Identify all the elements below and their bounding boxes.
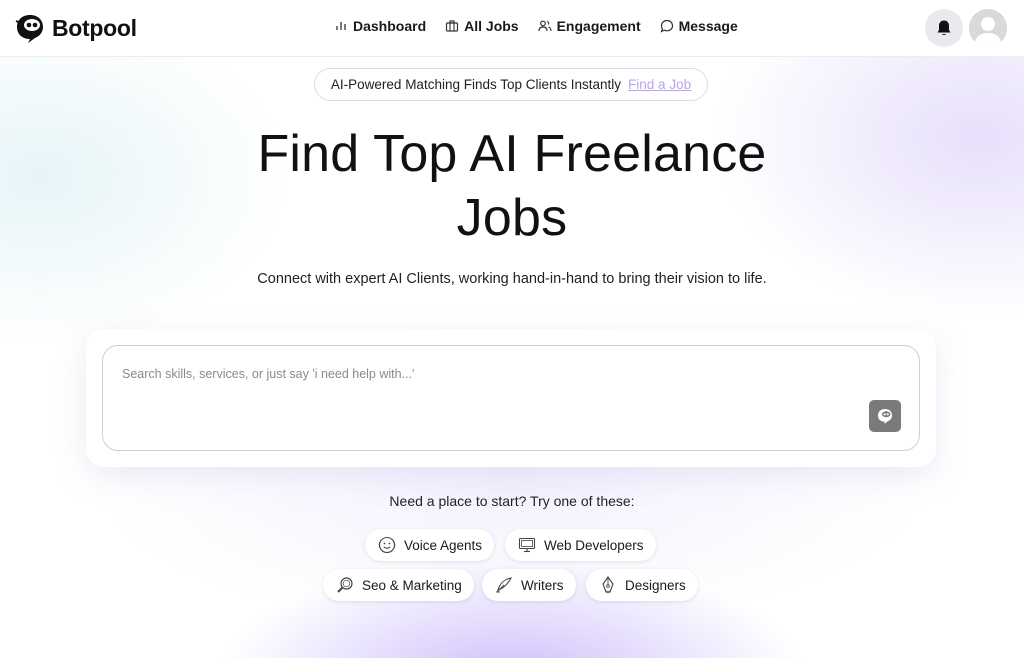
smiley-icon	[378, 536, 396, 554]
botpool-logo-icon	[15, 15, 43, 43]
nav-all-jobs-label: All Jobs	[464, 18, 519, 34]
nav-message[interactable]: Message	[660, 18, 738, 34]
bell-icon	[937, 20, 951, 35]
users-icon	[537, 20, 552, 32]
chip-web-developers-label: Web Developers	[544, 537, 644, 553]
design-pen-icon	[602, 576, 614, 593]
main-nav: Dashboard All Jobs Engagement Message	[334, 18, 738, 34]
monitor-icon	[518, 537, 536, 553]
nav-engagement-label: Engagement	[556, 18, 641, 34]
bar-chart-icon	[336, 22, 346, 30]
chip-designers[interactable]: Designers	[586, 569, 698, 601]
chip-voice-agents[interactable]: Voice Agents	[365, 529, 495, 561]
chip-seo-marketing-label: Seo & Marketing	[362, 577, 462, 593]
hero-subtitle: Connect with expert AI Clients, working …	[257, 271, 767, 287]
chip-writers[interactable]: Writers	[482, 569, 576, 601]
nav-dashboard-label: Dashboard	[353, 18, 427, 34]
hero-title-line-2: Jobs	[456, 189, 568, 247]
chip-seo-marketing[interactable]: Seo & Marketing	[323, 569, 474, 601]
chip-voice-agents-label: Voice Agents	[404, 537, 483, 553]
brand-logo[interactable]: Botpool	[14, 12, 137, 44]
feather-pen-icon	[496, 577, 513, 593]
chip-writers-label: Writers	[521, 577, 564, 593]
briefcase-icon	[446, 20, 459, 32]
brand-name: Botpool	[52, 14, 137, 41]
hero-title-line-1: Find Top AI Freelance	[257, 125, 767, 183]
announcement-pill: AI-Powered Matching Finds Top Clients In…	[314, 68, 708, 101]
chat-bubble-icon	[660, 19, 673, 33]
chip-web-developers[interactable]: Web Developers	[505, 529, 656, 561]
announcement-text: AI-Powered Matching Finds Top Clients In…	[330, 77, 622, 92]
nav-engagement[interactable]: Engagement	[537, 18, 641, 34]
top-navbar: Botpool Dashboard All Jobs Engagement Me…	[0, 0, 1024, 57]
nav-message-label: Message	[678, 18, 738, 34]
notifications-button[interactable]	[925, 9, 963, 47]
search-box[interactable]	[102, 345, 920, 451]
nav-all-jobs[interactable]: All Jobs	[445, 18, 519, 34]
magnifier-icon	[337, 577, 353, 593]
botpool-send-icon	[878, 409, 892, 424]
user-avatar-icon	[969, 9, 1007, 47]
search-input[interactable]	[122, 364, 862, 384]
search-card	[86, 329, 936, 467]
user-avatar[interactable]	[969, 9, 1007, 47]
hero-title: Find Top AI Freelance Jobs	[212, 122, 812, 250]
nav-dashboard[interactable]: Dashboard	[334, 18, 426, 34]
chip-designers-label: Designers	[625, 577, 686, 593]
find-a-job-link[interactable]: Find a Job	[628, 77, 691, 92]
suggestions-label: Need a place to start? Try one of these:	[389, 493, 635, 509]
search-submit-button[interactable]	[869, 400, 901, 432]
